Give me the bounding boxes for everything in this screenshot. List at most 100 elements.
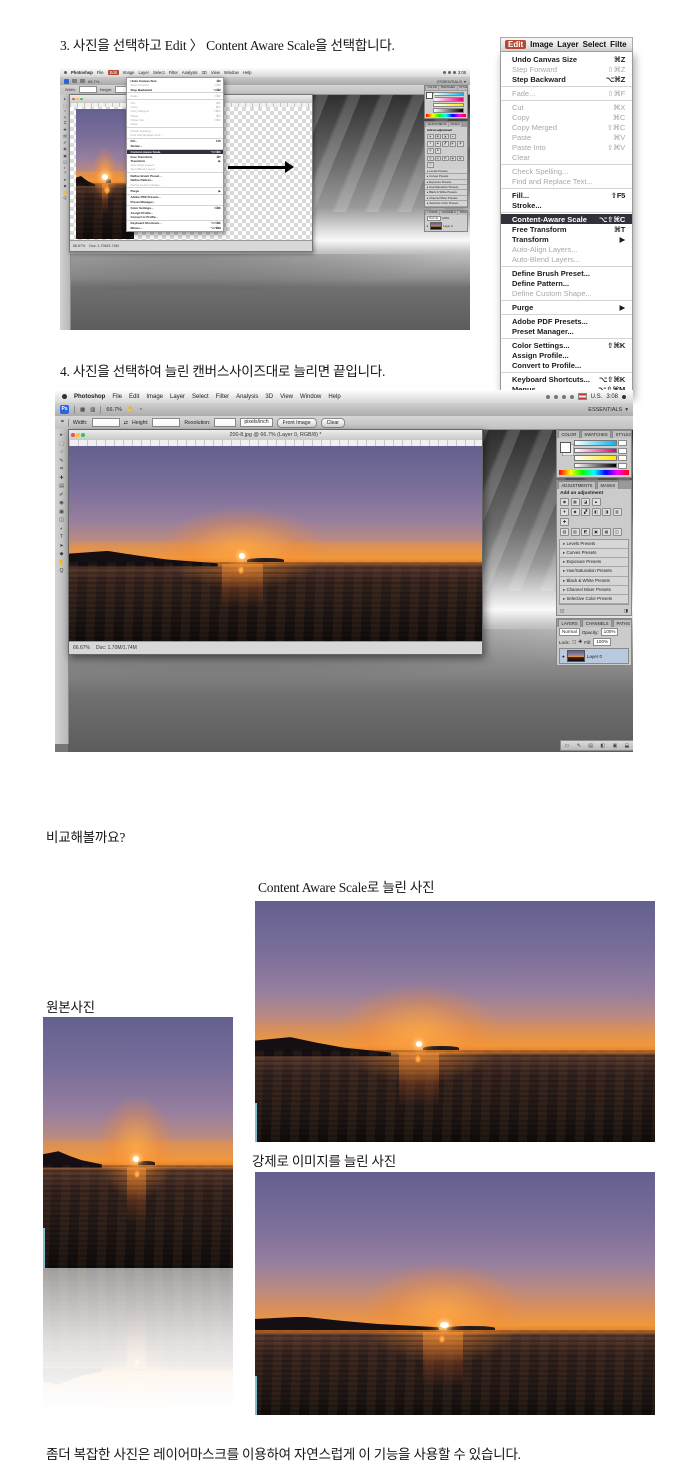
yellow-value-input[interactable] <box>618 455 627 461</box>
hand-tool-icon[interactable]: ✋ <box>127 407 134 413</box>
adjustment-icon[interactable]: ◪ <box>581 498 590 506</box>
menu-item[interactable]: Stroke... <box>501 200 632 210</box>
tool-icon[interactable]: T <box>60 534 63 540</box>
menubar-item[interactable]: Filter <box>216 394 229 400</box>
color-spectrum-bar[interactable] <box>559 470 629 475</box>
menubar-item[interactable]: Select <box>192 394 209 400</box>
menu-item[interactable]: Copy ⌘C <box>501 112 632 122</box>
resolution-unit-select[interactable]: pixels/inch <box>240 418 272 427</box>
menu-item[interactable]: Undo Canvas Size ⌘Z <box>501 54 632 64</box>
tool-icon[interactable]: ⬚ <box>63 103 67 108</box>
menu-item[interactable]: Keyboard Shortcuts... ⌥⇧⌘K <box>501 374 632 384</box>
preset-group[interactable]: Selective Color Presets <box>425 201 467 206</box>
adjustment-icon[interactable]: ◨ <box>602 508 611 516</box>
tool-icon[interactable]: ◐ <box>64 166 66 170</box>
panel-tab[interactable]: COLOR <box>558 430 580 438</box>
tool-icon[interactable]: ▤ <box>63 133 67 138</box>
width-input[interactable] <box>79 86 97 93</box>
menu-item[interactable]: Check Spelling... <box>501 166 632 176</box>
menu-item[interactable]: Clear <box>501 152 632 162</box>
tool-icon[interactable]: ◆ <box>64 183 67 188</box>
menubar-item[interactable]: File <box>97 70 104 75</box>
menu-item[interactable]: Convert to Profile... <box>127 215 223 219</box>
adjustment-icon[interactable]: ▥ <box>427 148 434 154</box>
menu-item[interactable] <box>501 164 632 165</box>
menubar-item[interactable]: Select <box>583 40 607 49</box>
panel-tab[interactable]: LAYERS <box>426 211 439 215</box>
clear-button[interactable]: Clear <box>321 418 345 428</box>
tool-icon[interactable]: ✐ <box>63 140 66 145</box>
menubar-item[interactable]: Image <box>530 40 553 49</box>
adjustment-icon[interactable]: ◩ <box>442 156 449 162</box>
menu-item[interactable]: Color Settings... ⇧⌘K <box>501 340 632 350</box>
adjustment-icon[interactable]: ▦ <box>602 528 611 536</box>
menubar-item[interactable]: Analysis <box>236 394 258 400</box>
resolution-input[interactable] <box>214 418 236 427</box>
tool-icon[interactable]: ⌗ <box>60 466 63 472</box>
tool-icon[interactable]: ✋ <box>58 560 64 566</box>
blend-mode-select[interactable]: Normal <box>559 628 580 636</box>
menu-item[interactable]: Find and Replace Text... <box>127 133 223 137</box>
menu-item[interactable]: Auto-Blend Layers... <box>501 254 632 264</box>
panel-footer-icon[interactable]: ◧ <box>600 743 605 749</box>
tool-icon[interactable]: ◉ <box>59 500 63 506</box>
menu-item[interactable]: Free Transform ⌘T <box>501 224 632 234</box>
adjustment-icon[interactable]: ▞ <box>442 141 449 147</box>
tool-icon[interactable]: ◫ <box>63 159 67 164</box>
foreground-color-swatch[interactable] <box>426 92 433 99</box>
layer-name[interactable]: Layer 0 <box>587 654 602 659</box>
menubar-item[interactable]: Layer <box>557 40 578 49</box>
menu-item[interactable]: Assign Profile... <box>501 350 632 360</box>
guides-icon[interactable]: ▥ <box>90 407 95 413</box>
menubar-item[interactable]: Layer <box>170 394 185 400</box>
menubar-item[interactable]: Edit <box>129 394 139 400</box>
adjustment-icon[interactable]: ▨ <box>571 528 580 536</box>
menubar-item[interactable]: Window <box>224 70 239 75</box>
menu-item[interactable]: Step Forward ⇧⌘Z <box>501 64 632 74</box>
menubar-item[interactable]: Edit <box>108 70 119 75</box>
tool-icon[interactable]: ⬚ <box>59 441 64 447</box>
width-input[interactable] <box>92 418 120 427</box>
panel-footer-icon[interactable]: ▤ <box>588 743 593 749</box>
swap-dimensions-icon[interactable]: ⇄ <box>124 420 128 426</box>
tool-icon[interactable]: ⌗ <box>64 121 66 125</box>
panel-tab[interactable]: SWATCHES <box>439 86 456 90</box>
adjustment-icon[interactable]: ◆ <box>571 508 580 516</box>
adjustment-icon[interactable]: ◫ <box>613 528 622 536</box>
menubar-item[interactable]: Photoshop <box>71 70 93 75</box>
menu-item[interactable]: Convert to Profile... <box>501 360 632 370</box>
zoom-tool-icon[interactable] <box>80 79 85 83</box>
adjustment-icon[interactable]: ◫ <box>427 162 434 168</box>
menu-item[interactable]: Paste Into ⇧⌘V <box>501 142 632 152</box>
tool-icon[interactable]: ✎ <box>59 458 63 464</box>
tool-icon[interactable]: Q <box>60 568 64 574</box>
menubar-item[interactable]: Photoshop <box>74 394 105 400</box>
menu-item[interactable]: Purge ▶ <box>501 302 632 312</box>
preset-group[interactable]: Hue/Saturation Presets <box>560 567 628 576</box>
menubar-item[interactable]: Help <box>328 394 340 400</box>
menubar-item[interactable]: Edit <box>505 40 526 49</box>
preset-group[interactable]: Selective Color Presets <box>560 595 628 604</box>
adjustment-icon[interactable]: ◉ <box>560 498 569 506</box>
menubar-item[interactable]: Image <box>123 70 135 75</box>
panel-tab[interactable]: SWATCHES <box>581 430 611 438</box>
menu-item[interactable]: Step Backward ⌥⌘Z <box>501 74 632 84</box>
blend-mode-select[interactable]: Normal <box>427 216 441 222</box>
adjustment-icon[interactable]: ▞ <box>581 508 590 516</box>
menu-item[interactable] <box>501 314 632 315</box>
adjustment-icon[interactable]: ▼ <box>427 141 434 147</box>
menu-item[interactable]: Auto-Align Layers... <box>501 244 632 254</box>
adjustment-icon[interactable]: ▼ <box>560 508 569 516</box>
menu-item[interactable]: Transform ▶ <box>501 234 632 244</box>
magenta-slider[interactable] <box>574 448 617 453</box>
yellow-slider[interactable] <box>574 455 617 460</box>
menu-item[interactable] <box>501 100 632 101</box>
panel-footer-icon[interactable]: ✎ <box>577 743 581 749</box>
lock-transparency-icon[interactable]: ▢ <box>572 639 576 645</box>
menubar-item[interactable]: 3D <box>202 70 207 75</box>
status-zoom[interactable]: 66.67% <box>73 244 85 248</box>
view-extras-icon[interactable] <box>72 79 77 83</box>
close-icon[interactable] <box>71 433 75 437</box>
menu-item[interactable] <box>501 86 632 87</box>
panel-footer-icon[interactable]: ▭ <box>565 743 570 749</box>
